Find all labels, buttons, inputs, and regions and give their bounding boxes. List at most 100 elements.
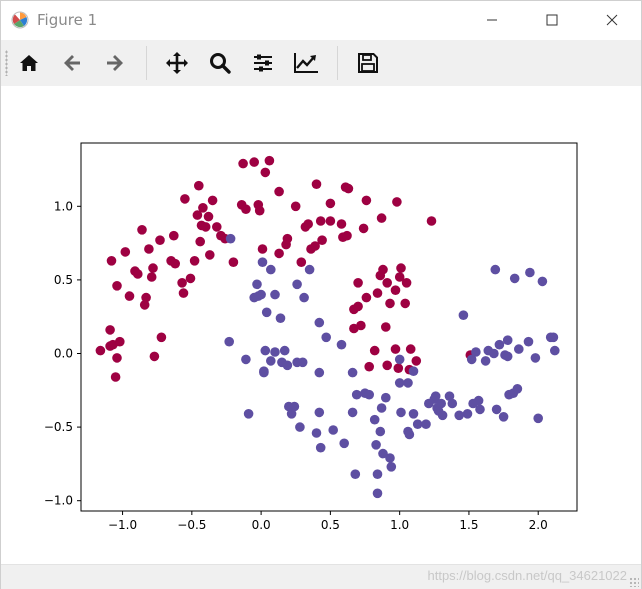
data-point-class-1 [533, 413, 543, 424]
window-title: Figure 1 [37, 11, 98, 29]
data-point-class-0 [124, 291, 135, 301]
data-point-class-1 [243, 409, 254, 419]
data-point-class-0 [317, 235, 327, 245]
data-point-class-0 [156, 332, 167, 343]
data-point-class-0 [336, 219, 347, 229]
magnifier-icon [210, 53, 231, 74]
data-point-class-0 [385, 298, 395, 309]
data-point-class-0 [342, 230, 352, 241]
zoom-button[interactable] [205, 48, 235, 78]
data-point-class-0 [228, 257, 239, 267]
x-tick-label: 0.5 [321, 518, 340, 532]
edit-axes-button[interactable] [291, 48, 321, 78]
data-point-class-0 [195, 236, 205, 247]
configure-subplots-button[interactable] [248, 48, 278, 78]
line-chart-icon [294, 53, 318, 73]
data-point-class-0 [378, 264, 388, 275]
minimize-button[interactable] [469, 1, 515, 39]
data-point-class-0 [200, 222, 211, 232]
y-tick-label: −0.5 [44, 420, 73, 434]
data-point-class-1 [225, 233, 236, 244]
data-point-class-1 [514, 344, 524, 354]
data-point-class-0 [274, 186, 284, 197]
data-point-class-1 [311, 428, 322, 438]
data-point-class-1 [471, 347, 481, 357]
data-point-class-0 [401, 278, 412, 288]
data-point-class-0 [390, 285, 401, 295]
scatter-plot: −1.0 −0.5 0.0 0.5 1.0 1.5 2.0 −1.0 −0.5 0.0 0.5 1.… [44, 142, 578, 532]
data-point-class-0 [311, 179, 322, 189]
data-point-class-0 [361, 195, 372, 206]
data-point-class-0 [241, 204, 251, 214]
x-tick-label: 1.0 [390, 518, 409, 532]
sliders-icon [254, 54, 272, 72]
data-point-class-0 [282, 233, 293, 244]
data-point-class-1 [339, 438, 350, 449]
data-point-class-1 [523, 336, 534, 347]
data-point-class-1 [275, 313, 286, 323]
data-point-class-1 [259, 367, 269, 378]
y-tick-label: 1.0 [54, 199, 73, 213]
data-point-class-1 [475, 404, 485, 415]
figure-canvas[interactable]: −1.0 −0.5 0.0 0.5 1.0 1.5 2.0 −1.0 −0.5 0.0 0.5 1.… [1, 86, 641, 564]
data-point-class-1 [412, 419, 423, 430]
arrow-right-icon [107, 55, 123, 71]
data-point-class-1 [270, 289, 280, 300]
data-point-class-0 [396, 263, 406, 273]
data-point-class-0 [400, 298, 411, 309]
data-point-class-0 [382, 360, 393, 371]
data-point-class-1 [494, 339, 505, 350]
x-tick-label: −1.0 [108, 518, 137, 532]
data-point-class-1 [509, 273, 520, 284]
title-bar[interactable]: Figure 1 [1, 1, 641, 39]
save-button[interactable] [353, 48, 383, 78]
data-point-class-1 [491, 404, 502, 415]
watermark-text: https://blog.csdn.net/qq_34621022 [427, 568, 628, 583]
toolbar-grip[interactable] [5, 50, 8, 76]
data-point-class-0 [149, 351, 160, 362]
data-point-class-0 [133, 269, 143, 279]
close-button[interactable] [589, 1, 635, 39]
back-button[interactable] [57, 48, 87, 78]
pan-button[interactable] [162, 48, 192, 78]
data-point-class-1 [386, 462, 397, 472]
data-point-class-1 [394, 378, 405, 388]
y-tick-label: 0.0 [54, 346, 73, 360]
forward-button[interactable] [100, 48, 130, 78]
data-point-class-0 [264, 155, 275, 166]
home-icon [20, 55, 38, 71]
data-point-class-0 [212, 222, 222, 232]
data-point-class-0 [95, 345, 106, 356]
data-point-class-1 [376, 403, 387, 413]
data-point-class-1 [295, 422, 305, 432]
data-point-class-0 [141, 292, 151, 303]
toolbar-separator [146, 46, 147, 80]
data-point-class-0 [382, 278, 393, 288]
axes-frame [80, 142, 578, 512]
minimize-icon [487, 19, 497, 21]
data-point-class-1 [260, 345, 271, 356]
data-point-class-0 [254, 205, 265, 216]
data-point-class-0 [203, 211, 214, 222]
x-tick-label: −0.5 [177, 518, 206, 532]
data-point-class-0 [144, 244, 154, 254]
data-point-class-0 [325, 216, 336, 226]
data-point-class-0 [274, 248, 284, 259]
data-point-class-1 [297, 357, 308, 368]
data-point-class-0 [120, 247, 131, 257]
maximize-icon [546, 14, 558, 26]
data-point-class-0 [361, 292, 372, 303]
home-button[interactable] [14, 48, 44, 78]
data-point-class-1 [408, 409, 419, 419]
data-point-class-1 [270, 347, 280, 357]
data-point-class-0 [257, 244, 268, 254]
maximize-button[interactable] [529, 1, 575, 39]
data-point-class-0 [115, 336, 125, 347]
data-point-class-1 [299, 292, 309, 303]
data-point-class-0 [207, 195, 218, 206]
data-point-class-1 [256, 289, 266, 300]
data-point-class-1 [314, 317, 325, 328]
data-point-class-0 [325, 198, 336, 209]
data-point-class-1 [315, 442, 326, 453]
resize-grip[interactable] [629, 577, 639, 587]
